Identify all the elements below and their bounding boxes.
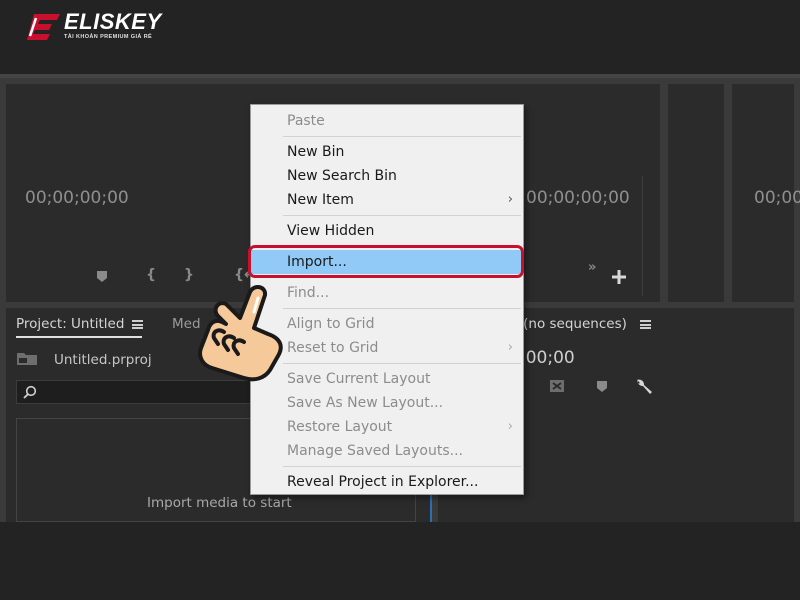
menu-item-manage-saved-layouts[interactable]: Manage Saved Layouts... bbox=[251, 439, 523, 463]
menu-item-label: Paste bbox=[287, 113, 325, 129]
program-timecode: 00;00;00;00 bbox=[526, 188, 630, 208]
menu-item-new-search-bin[interactable]: New Search Bin bbox=[251, 164, 523, 188]
timeline-timecode: ;00;00 bbox=[520, 348, 575, 368]
mark-out-icon[interactable]: } bbox=[184, 267, 194, 283]
menu-item-label: Reveal Project in Explorer... bbox=[287, 474, 479, 490]
menu-separator bbox=[283, 466, 521, 467]
menu-item-reveal-in-explorer[interactable]: Reveal Project in Explorer... bbox=[251, 470, 523, 494]
menu-item-label: Reset to Grid bbox=[287, 340, 379, 356]
wrench-icon[interactable] bbox=[634, 376, 654, 396]
eliskey-logo-icon bbox=[27, 14, 60, 40]
timeline-marker-icon[interactable] bbox=[596, 380, 608, 393]
search-icon bbox=[23, 385, 37, 399]
menu-item-label: Save As New Layout... bbox=[287, 395, 444, 411]
menu-separator bbox=[283, 308, 521, 309]
plus-icon[interactable] bbox=[612, 270, 626, 284]
effects-panel bbox=[668, 84, 724, 302]
menu-item-save-as-new-layout[interactable]: Save As New Layout... bbox=[251, 391, 523, 415]
footer-strip bbox=[0, 522, 800, 600]
brand-name: ELISKEY bbox=[64, 9, 162, 34]
menu-item-label: New Search Bin bbox=[287, 168, 397, 184]
import-media-hint: Import media to start bbox=[147, 495, 292, 511]
pointing-hand-icon bbox=[198, 285, 283, 382]
menu-item-label: Align to Grid bbox=[287, 316, 375, 332]
menu-item-view-hidden[interactable]: View Hidden bbox=[251, 219, 523, 243]
panel-edge bbox=[642, 176, 643, 296]
menu-separator bbox=[283, 363, 521, 364]
tab-timeline[interactable]: e: (no sequences) bbox=[506, 316, 627, 332]
chevron-double-right-icon[interactable]: » bbox=[588, 260, 596, 275]
menu-item-label: View Hidden bbox=[287, 223, 375, 239]
menu-item-new-bin[interactable]: New Bin bbox=[251, 140, 523, 164]
active-tab-indicator bbox=[16, 336, 142, 338]
submenu-arrow-icon: › bbox=[507, 419, 513, 434]
menu-item-restore-layout[interactable]: Restore Layout › bbox=[251, 415, 523, 439]
timeline-panel-menu-icon[interactable] bbox=[640, 320, 651, 329]
menu-item-label: Restore Layout bbox=[287, 419, 393, 435]
submenu-arrow-icon: › bbox=[507, 340, 513, 355]
source-timecode: 00;00;00;00 bbox=[25, 188, 129, 208]
brand-tagline: TÀI KHOẢN PREMIUM GIÁ RẺ bbox=[64, 34, 153, 40]
project-file-name: Untitled.prproj bbox=[54, 352, 152, 368]
menu-item-paste[interactable]: Paste bbox=[251, 109, 523, 133]
mark-in-icon[interactable]: { bbox=[146, 267, 156, 283]
snap-icon[interactable] bbox=[548, 378, 566, 394]
marker-icon[interactable] bbox=[96, 270, 108, 283]
menu-item-new-item[interactable]: New Item › bbox=[251, 188, 523, 212]
menu-item-label: Manage Saved Layouts... bbox=[287, 443, 463, 459]
far-right-timecode: 00;00 bbox=[754, 188, 800, 208]
project-panel-menu-icon[interactable] bbox=[132, 320, 143, 329]
tab-project[interactable]: Project: Untitled bbox=[16, 316, 124, 332]
menu-item-label: Save Current Layout bbox=[287, 371, 431, 387]
brand-header: ELISKEY TÀI KHOẢN PREMIUM GIÁ RẺ bbox=[0, 0, 800, 74]
import-highlight-ring bbox=[248, 245, 524, 278]
menu-separator bbox=[283, 136, 521, 137]
menu-item-label: New Item bbox=[287, 192, 354, 208]
submenu-arrow-icon: › bbox=[507, 192, 513, 207]
program-panel-right: 00;00 bbox=[732, 84, 800, 302]
screenshot-root: ELISKEY TÀI KHOẢN PREMIUM GIÁ RẺ 00;00;0… bbox=[0, 0, 800, 600]
menu-separator bbox=[283, 215, 521, 216]
project-file-icon bbox=[17, 353, 37, 365]
menu-item-label: New Bin bbox=[287, 144, 345, 160]
